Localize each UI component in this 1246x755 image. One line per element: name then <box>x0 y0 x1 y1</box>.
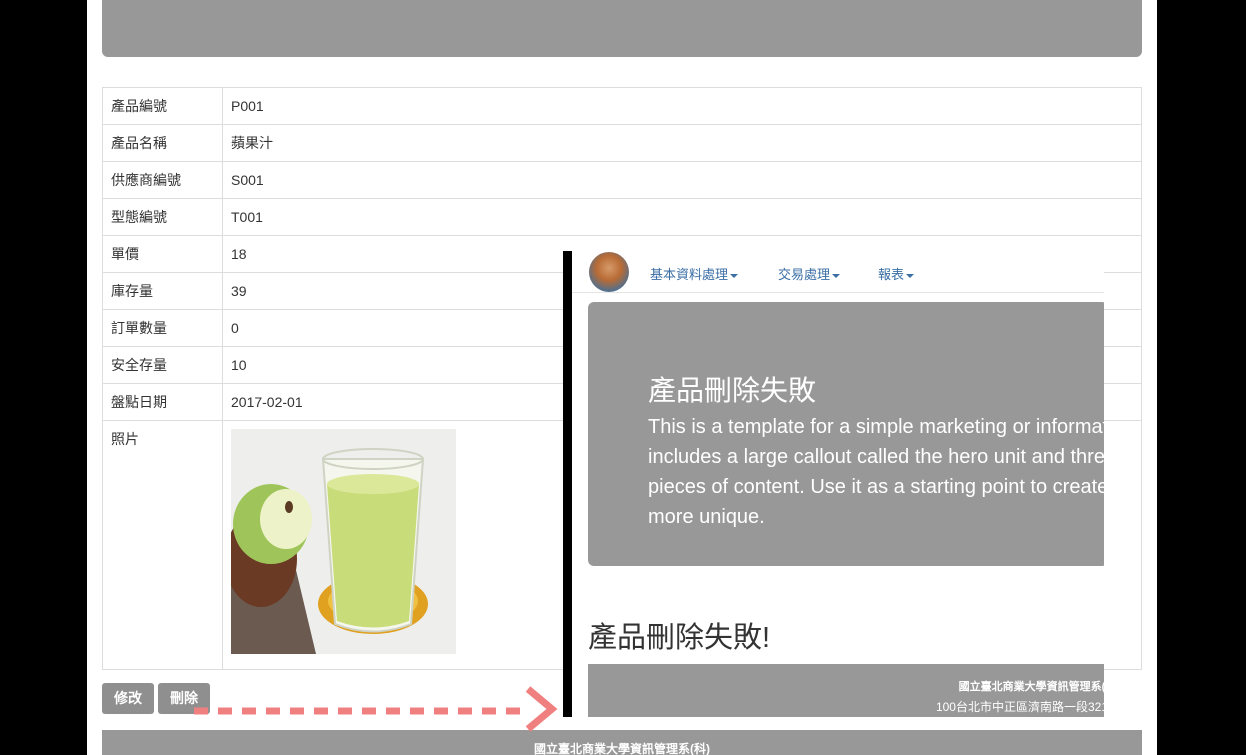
table-row: 產品編號 P001 <box>102 87 1142 125</box>
edit-button[interactable]: 修改 <box>102 683 154 714</box>
row-label: 盤點日期 <box>102 383 223 421</box>
overlay-divider <box>563 251 572 717</box>
result-overlay: 基本資料處理 交易處理 報表 產品刪除失敗 This is a template… <box>572 251 1104 717</box>
avatar[interactable] <box>589 252 629 292</box>
row-label: 單價 <box>102 235 223 273</box>
footer-line: 國立臺北商業大學資訊管理系(科) <box>958 681 1104 693</box>
row-value: 蘋果汁 <box>222 124 1142 162</box>
apple-juice-image <box>231 429 456 654</box>
nav-item-label: 交易處理 <box>778 267 831 282</box>
nav-item-basic-data[interactable]: 基本資料處理 <box>650 264 739 283</box>
row-label: 照片 <box>102 420 223 670</box>
hero-text: This is a template for a simple marketin… <box>648 416 1104 528</box>
row-label: 產品編號 <box>102 87 223 125</box>
row-value: P001 <box>222 87 1142 125</box>
table-row: 產品名稱 蘋果汁 <box>102 124 1142 162</box>
row-label: 訂單數量 <box>102 309 223 347</box>
row-label: 庫存量 <box>102 272 223 310</box>
nav-item-reports[interactable]: 報表 <box>878 264 915 283</box>
hero-title: 產品刪除失敗 <box>648 375 817 406</box>
row-label: 安全存量 <box>102 346 223 384</box>
row-value: T001 <box>222 198 1142 236</box>
overlay-footer: 國立臺北商業大學資訊管理系(科) 100台北市中正區濟南路一段321號 <box>588 664 1104 717</box>
table-row: 供應商編號 S001 <box>102 161 1142 199</box>
row-label: 產品名稱 <box>102 124 223 162</box>
nav-item-transactions[interactable]: 交易處理 <box>778 264 841 283</box>
nav-item-label: 基本資料處理 <box>650 267 729 282</box>
table-row: 型態編號 T001 <box>102 198 1142 236</box>
navbar: 基本資料處理 交易處理 報表 <box>572 251 1104 293</box>
footer-line: 國立臺北商業大學資訊管理系(科) <box>534 742 710 755</box>
caret-down-icon <box>730 273 739 278</box>
footer-address: 100台北市中正區濟南路一段321號 <box>935 700 1104 714</box>
dashed-arrow <box>194 686 558 732</box>
row-label: 供應商編號 <box>102 161 223 199</box>
row-value: S001 <box>222 161 1142 199</box>
top-banner <box>102 0 1142 57</box>
row-label: 型態編號 <box>102 198 223 236</box>
caret-down-icon <box>832 273 841 278</box>
nav-item-label: 報表 <box>878 267 905 282</box>
caret-down-icon <box>906 273 915 278</box>
product-photo <box>231 429 456 654</box>
result-heading: 產品刪除失敗! <box>588 622 771 654</box>
hero-unit: 產品刪除失敗 This is a template for a simple m… <box>588 302 1104 566</box>
